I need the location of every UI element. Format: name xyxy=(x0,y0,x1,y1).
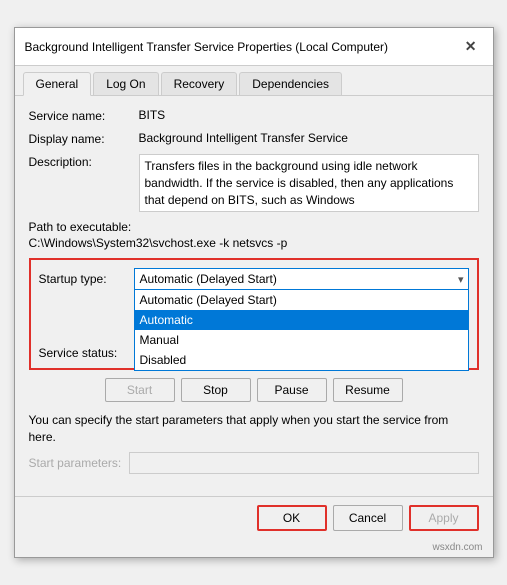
description-label: Description: xyxy=(29,154,139,169)
service-status-label: Service status: xyxy=(39,346,134,360)
display-name-label: Display name: xyxy=(29,131,139,146)
startup-type-dropdown[interactable]: Automatic (Delayed Start) Automatic (Del… xyxy=(134,268,469,290)
description-row: Description: Transfers files in the back… xyxy=(29,154,479,212)
service-name-value: BITS xyxy=(139,108,479,122)
path-row: Path to executable: C:\Windows\System32\… xyxy=(29,220,479,250)
tab-logon[interactable]: Log On xyxy=(93,72,158,95)
description-box[interactable]: Transfers files in the background using … xyxy=(139,154,479,212)
dropdown-option-automatic[interactable]: Automatic xyxy=(135,310,468,330)
start-params-label: Start parameters: xyxy=(29,456,122,470)
service-name-row: Service name: BITS xyxy=(29,108,479,123)
watermark: wsxdn.com xyxy=(432,542,482,553)
main-content: Service name: BITS Display name: Backgro… xyxy=(15,96,493,496)
path-value: C:\Windows\System32\svchost.exe -k netsv… xyxy=(29,236,479,250)
description-text: Transfers files in the background using … xyxy=(145,159,454,207)
service-name-label: Service name: xyxy=(29,108,139,123)
start-params-row: Start parameters: xyxy=(29,452,479,474)
start-params-description: You can specify the start parameters tha… xyxy=(29,412,479,446)
startup-highlight-box: Startup type: Automatic (Delayed Start) … xyxy=(29,258,479,370)
startup-type-label: Startup type: xyxy=(39,272,134,286)
path-label: Path to executable: xyxy=(29,220,479,234)
display-name-row: Display name: Background Intelligent Tra… xyxy=(29,131,479,146)
tab-bar: General Log On Recovery Dependencies xyxy=(15,66,493,96)
title-bar: Background Intelligent Transfer Service … xyxy=(15,28,493,66)
dropdown-option-disabled[interactable]: Disabled xyxy=(135,350,468,370)
service-control-buttons: Start Stop Pause Resume xyxy=(29,378,479,402)
dropdown-option-delayed[interactable]: Automatic (Delayed Start) xyxy=(135,290,468,310)
apply-button[interactable]: Apply xyxy=(409,505,479,531)
dropdown-option-manual[interactable]: Manual xyxy=(135,330,468,350)
startup-type-row: Startup type: Automatic (Delayed Start) … xyxy=(39,268,469,290)
main-window: Background Intelligent Transfer Service … xyxy=(14,27,494,558)
dropdown-options: Automatic (Delayed Start) Automatic Manu… xyxy=(134,290,469,371)
window-title: Background Intelligent Transfer Service … xyxy=(25,40,389,54)
display-name-value: Background Intelligent Transfer Service xyxy=(139,131,479,145)
start-params-input[interactable] xyxy=(129,452,478,474)
watermark-container: wsxdn.com xyxy=(15,539,493,557)
bottom-buttons: OK Cancel Apply xyxy=(15,496,493,539)
tab-recovery[interactable]: Recovery xyxy=(161,72,238,95)
tab-general[interactable]: General xyxy=(23,72,92,96)
ok-button[interactable]: OK xyxy=(257,505,327,531)
start-params-section: You can specify the start parameters tha… xyxy=(29,412,479,474)
start-button[interactable]: Start xyxy=(105,378,175,402)
resume-button[interactable]: Resume xyxy=(333,378,403,402)
tab-dependencies[interactable]: Dependencies xyxy=(239,72,342,95)
dropdown-selected-value[interactable]: Automatic (Delayed Start) xyxy=(134,268,469,290)
pause-button[interactable]: Pause xyxy=(257,378,327,402)
close-button[interactable]: ✕ xyxy=(459,36,483,57)
stop-button[interactable]: Stop xyxy=(181,378,251,402)
cancel-button[interactable]: Cancel xyxy=(333,505,403,531)
